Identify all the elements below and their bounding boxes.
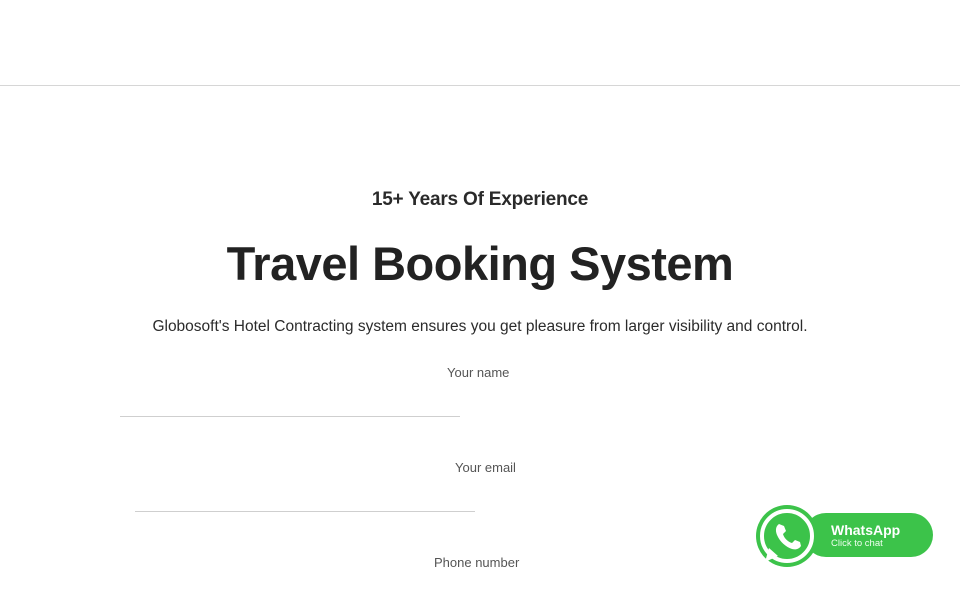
phone-label: Phone number xyxy=(434,555,520,570)
name-label: Your name xyxy=(447,365,510,380)
whatsapp-chat-button[interactable]: WhatsApp Click to chat xyxy=(754,504,934,570)
phone-field[interactable] xyxy=(310,576,650,600)
page-title: Travel Booking System xyxy=(226,237,734,290)
experience-eyebrow: 15+ Years Of Experience xyxy=(371,189,589,210)
whatsapp-subtitle: Click to chat xyxy=(831,538,883,549)
email-field[interactable] xyxy=(135,488,475,512)
whatsapp-icon xyxy=(756,505,818,567)
email-label: Your email xyxy=(455,460,516,475)
whatsapp-title: WhatsApp xyxy=(831,522,901,538)
decorative-vertical-lines xyxy=(460,87,501,186)
top-header-bar xyxy=(0,0,960,86)
page-subtitle: Globosoft's Hotel Contracting system ens… xyxy=(152,318,808,335)
name-field[interactable] xyxy=(120,393,460,417)
